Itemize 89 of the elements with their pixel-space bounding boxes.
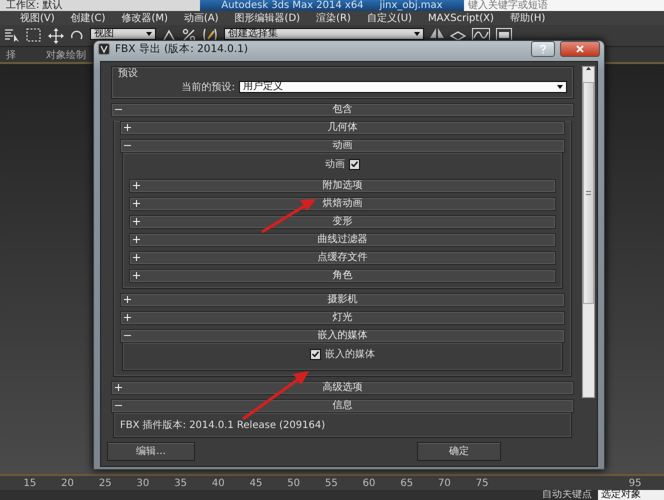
- frame-number: 65: [399, 478, 414, 488]
- checkbox-label: 嵌入的媒体: [325, 348, 375, 361]
- rollout-header[interactable]: 灯光: [120, 311, 565, 325]
- rollout-header[interactable]: 摄影机: [120, 293, 565, 307]
- check-icon: [312, 351, 319, 357]
- rollout-header[interactable]: 曲线过滤器: [129, 233, 556, 247]
- frame-number: 20: [60, 478, 75, 488]
- app-icon: [98, 43, 110, 55]
- caret-icon: [557, 85, 563, 89]
- menu-item[interactable]: 渲染(R): [308, 11, 359, 25]
- menu-item[interactable]: 动画(A): [176, 11, 227, 25]
- plus-icon: [133, 272, 140, 279]
- frame-number: 40: [210, 478, 226, 488]
- caret-icon: [414, 32, 420, 36]
- plus-icon: [133, 236, 140, 243]
- rollout-header[interactable]: 高级选项: [111, 381, 574, 395]
- frame-number: 30: [136, 478, 150, 488]
- menu-item[interactable]: 自定义(U): [358, 11, 420, 25]
- app-title: Autodesk 3ds Max 2014 x64: [221, 0, 364, 11]
- frame-number: 45: [248, 478, 264, 488]
- frame-number: 25: [98, 478, 113, 488]
- frame-number: 55: [324, 478, 339, 488]
- plus-icon: [124, 124, 131, 131]
- scroll-up-icon: [586, 67, 591, 70]
- rollout-header[interactable]: 几何体: [120, 121, 565, 135]
- checkbox[interactable]: [310, 348, 321, 360]
- help-icon: [540, 44, 546, 54]
- rollout-header[interactable]: 变形: [129, 215, 556, 229]
- rollout-header[interactable]: 点缓存文件: [129, 251, 556, 265]
- checkbox[interactable]: [349, 158, 360, 170]
- ribbon-tab[interactable]: 择: [6, 48, 16, 62]
- file-name: jinx_obj.max: [380, 0, 443, 11]
- frame-number: 75: [474, 478, 490, 488]
- percent-snap-icon: [182, 28, 196, 42]
- edit-button[interactable]: 编辑...: [107, 442, 195, 460]
- named-selection-icon: [202, 28, 218, 42]
- plugin-version-text: FBX 插件版本: 2014.0.1 Release (209164): [120, 418, 326, 432]
- move-icon: [48, 28, 64, 44]
- rollout-header[interactable]: 附加选项: [129, 179, 556, 193]
- menu-item[interactable]: 帮助(H): [502, 11, 554, 25]
- plus-icon: [133, 182, 140, 189]
- rollout-header[interactable]: 烘焙动画: [129, 197, 556, 211]
- plus-icon: [124, 296, 131, 303]
- frame-number: 60: [362, 478, 376, 488]
- rotate-icon: [70, 28, 84, 42]
- annotation-arrow: [242, 371, 309, 420]
- frame-number: 15: [22, 478, 38, 488]
- checkbox-label: 动画: [325, 158, 345, 171]
- caret-icon: [146, 32, 152, 36]
- menu-item[interactable]: MAXScript(X): [420, 12, 502, 24]
- snap-icon: [162, 28, 176, 42]
- rollout-header[interactable]: 信息: [111, 399, 574, 413]
- plus-icon: [124, 314, 131, 321]
- frame-number: 50: [286, 478, 302, 488]
- menu-item[interactable]: 图形编辑器(D): [226, 11, 308, 25]
- menu-item[interactable]: 修改器(M): [113, 11, 176, 25]
- frame-number: 35: [173, 478, 188, 488]
- ok-button[interactable]: 确定: [417, 442, 501, 460]
- plus-icon: [133, 200, 140, 207]
- menu-item[interactable]: 视图(V): [12, 11, 63, 25]
- annotation-arrow: [261, 199, 316, 234]
- minus-icon: [115, 402, 122, 409]
- minus-icon: [115, 106, 122, 113]
- help-button[interactable]: [531, 41, 555, 57]
- frame-number: 70: [437, 478, 452, 488]
- rollout-header[interactable]: 动画: [120, 139, 565, 153]
- group-label: 预设: [118, 68, 139, 80]
- plus-icon: [133, 218, 140, 225]
- close-button[interactable]: [560, 41, 600, 57]
- grip-icon: [586, 191, 591, 195]
- rollout-header[interactable]: 嵌入的媒体: [120, 329, 565, 343]
- select-object-icon: [4, 28, 20, 42]
- menu-item[interactable]: 创建(C): [62, 11, 114, 25]
- scrollbar[interactable]: [582, 66, 595, 398]
- minus-icon: [124, 142, 131, 149]
- workspace-dropdown[interactable]: 工作区: 默认: [0, 0, 200, 11]
- minus-icon: [124, 332, 131, 339]
- rollout-header[interactable]: 包含: [111, 103, 574, 117]
- rollout-header[interactable]: 角色: [129, 269, 556, 283]
- rectangle-select-icon: [26, 28, 42, 42]
- close-icon: [576, 45, 584, 53]
- mirror-icon: [430, 28, 444, 38]
- check-icon: [351, 161, 358, 167]
- dialog-title: FBX 导出 (版本: 2014.0.1): [115, 42, 248, 56]
- ribbon-tab[interactable]: 对象绘制: [46, 48, 86, 62]
- plus-icon: [115, 384, 122, 391]
- preset-label: 当前的预设:: [182, 80, 235, 94]
- plus-icon: [133, 254, 140, 261]
- frame-number: 95: [628, 478, 643, 488]
